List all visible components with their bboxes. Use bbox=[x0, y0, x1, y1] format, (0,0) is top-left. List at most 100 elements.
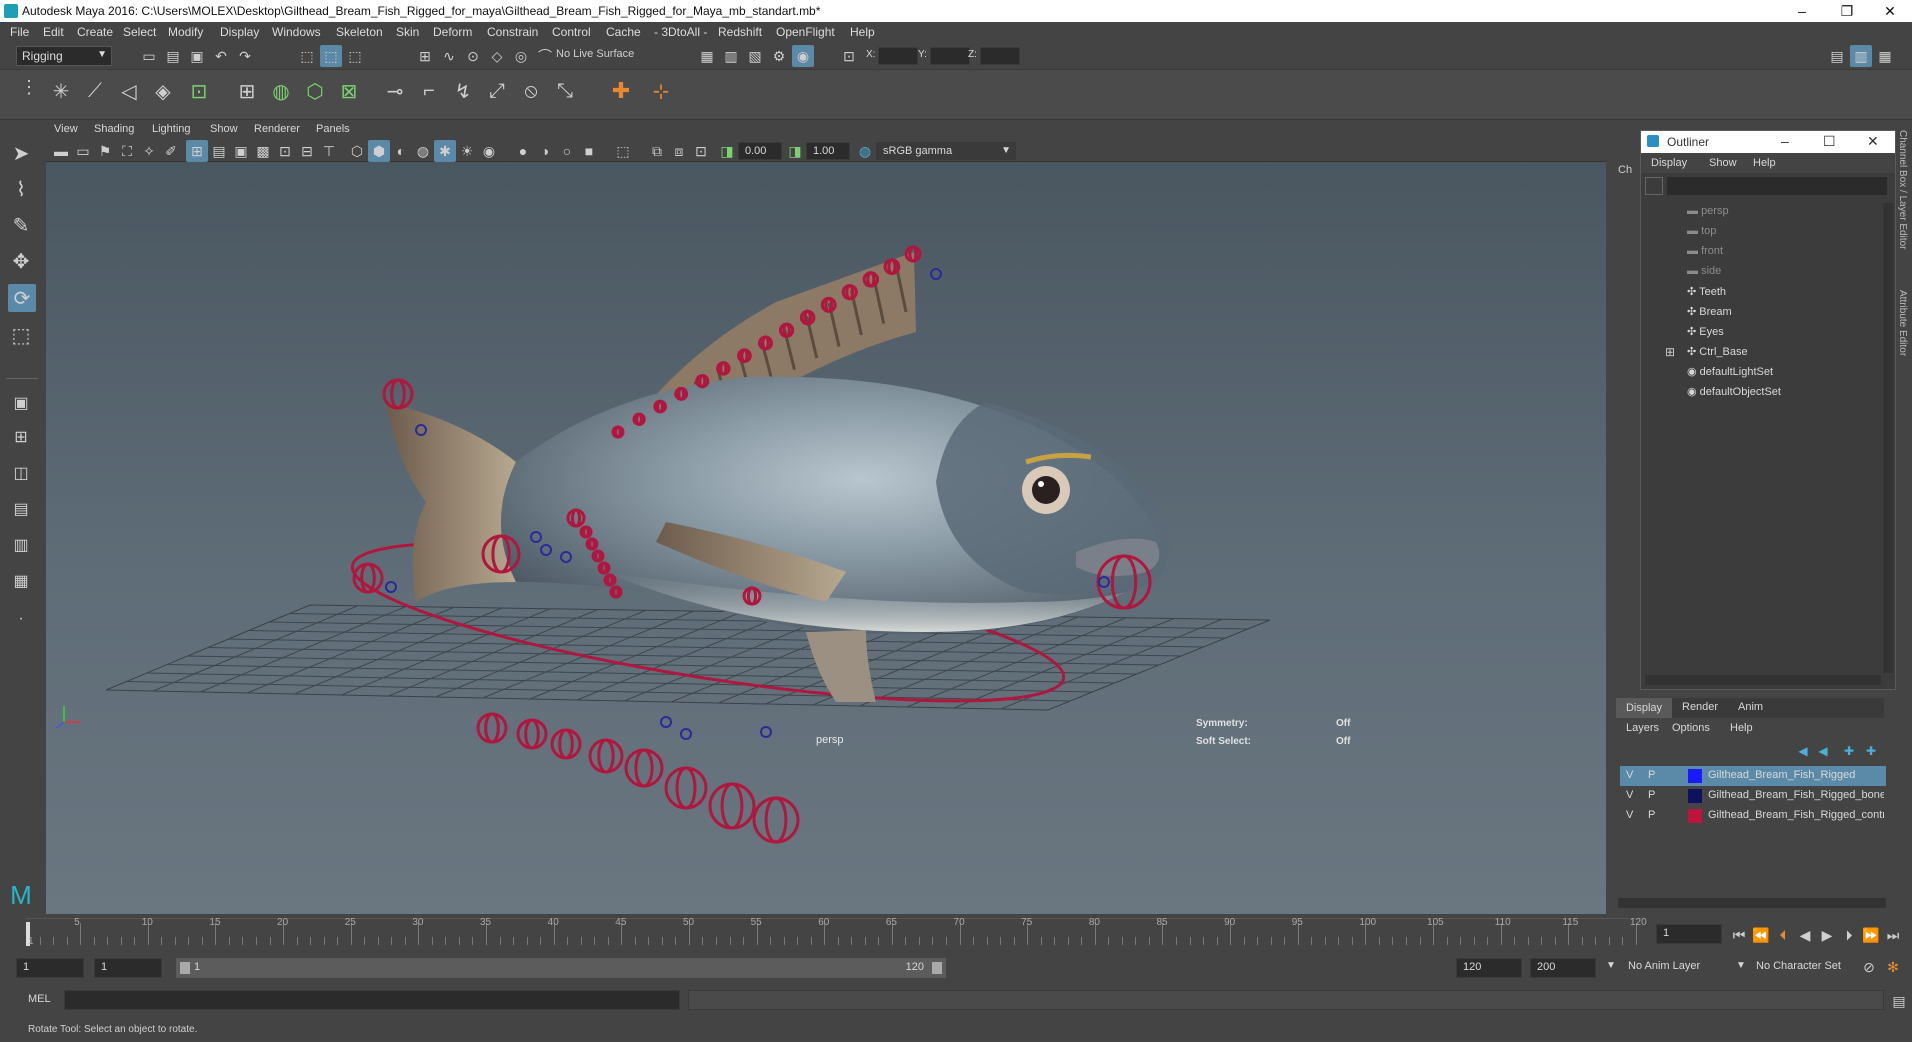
menu-redshift[interactable]: Redshift bbox=[718, 25, 762, 39]
outliner-menu-display[interactable]: Display bbox=[1651, 157, 1687, 169]
outliner-item[interactable]: ✣ Teeth bbox=[1687, 285, 1726, 298]
layer-playback-toggle[interactable]: P bbox=[1648, 769, 1655, 781]
toggle-tool-settings-icon[interactable]: ▦ bbox=[1874, 45, 1896, 67]
move-layer-up-icon[interactable]: ◀ bbox=[1792, 740, 1814, 762]
joint-tool-icon[interactable]: ✳ bbox=[50, 80, 72, 103]
viewport-menu-shading[interactable]: Shading bbox=[94, 123, 134, 135]
ventral-control[interactable] bbox=[588, 738, 624, 774]
joint[interactable] bbox=[385, 581, 397, 593]
transform-mode-icon[interactable]: ⊡ bbox=[838, 45, 860, 67]
paint-select-icon[interactable]: ✎ bbox=[10, 214, 32, 237]
tab-render[interactable]: Render bbox=[1682, 701, 1718, 713]
render-view-icon[interactable]: ▦ bbox=[696, 45, 718, 67]
menu-control[interactable]: Control bbox=[552, 25, 591, 39]
layers-menu[interactable]: Layers bbox=[1626, 722, 1659, 734]
outliner-item[interactable]: ▬ front bbox=[1687, 245, 1723, 257]
auto-key-icon[interactable]: ⊘ bbox=[1858, 956, 1880, 978]
new-layer-selected-icon[interactable]: ✚ bbox=[1860, 740, 1882, 762]
xray-components-icon[interactable]: ⧈ bbox=[668, 140, 690, 162]
layer-help-menu[interactable]: Help bbox=[1730, 722, 1753, 734]
ik-handle-icon[interactable]: ⟋ bbox=[84, 80, 106, 102]
lattice-icon[interactable]: ⊞ bbox=[236, 80, 258, 103]
ventral-control[interactable] bbox=[664, 766, 708, 810]
layer-color-swatch[interactable] bbox=[1688, 809, 1702, 823]
isolate-select-icon[interactable]: ■ bbox=[578, 140, 600, 162]
outliner-close-button[interactable]: ✕ bbox=[1867, 133, 1879, 150]
skin-bind-icon[interactable]: ◈ bbox=[152, 80, 174, 103]
image-plane-icon[interactable]: ⛶ bbox=[116, 140, 138, 162]
minimize-button[interactable]: – bbox=[1780, 0, 1824, 22]
outliner-item[interactable]: ✣ Bream bbox=[1687, 305, 1732, 318]
step-forward-key-icon[interactable]: ⏩ bbox=[1860, 924, 1882, 946]
safe-action-icon[interactable]: ⊟ bbox=[296, 140, 318, 162]
range-start-handle[interactable] bbox=[180, 962, 190, 974]
toggle-attribute-editor-icon[interactable]: ▤ bbox=[1826, 45, 1848, 67]
restore-button[interactable]: ❐ bbox=[1825, 0, 1869, 22]
smooth-shade-icon[interactable]: ⬢ bbox=[368, 140, 390, 162]
hud-icon[interactable]: ⊡ bbox=[690, 140, 712, 162]
select-by-object-icon[interactable]: ⬚ bbox=[320, 45, 342, 67]
menu-3dtoall[interactable]: - 3DtoAll - bbox=[654, 25, 707, 39]
scale-constraint-icon[interactable]: ⤢ bbox=[486, 80, 508, 102]
viewport-menu-renderer[interactable]: Renderer bbox=[254, 123, 300, 135]
outliner-item[interactable]: ◉ defaultLightSet bbox=[1687, 365, 1773, 378]
ventral-control[interactable] bbox=[752, 796, 800, 844]
outliner-horizontal-scrollbar[interactable] bbox=[1645, 675, 1881, 685]
ventral-control[interactable] bbox=[516, 718, 548, 750]
orient-constraint-icon[interactable]: ↯ bbox=[452, 80, 474, 103]
outliner-maximize-button[interactable]: ☐ bbox=[1823, 133, 1836, 150]
outliner-search-input[interactable] bbox=[1667, 177, 1887, 195]
joint[interactable] bbox=[680, 728, 692, 740]
aim-constraint-icon[interactable]: ⌐ bbox=[418, 80, 440, 102]
time-slider-track[interactable]: 5 10 15 20 25 30 35 40 45 50 55 60 65 70 75 80 85 90 95 100… bbox=[26, 917, 1647, 948]
point-constraint-icon[interactable]: ⊸ bbox=[384, 80, 406, 103]
outliner-menu-help[interactable]: Help bbox=[1753, 157, 1776, 169]
close-button[interactable]: ✕ bbox=[1868, 0, 1912, 22]
channel-box-tab[interactable]: Ch bbox=[1618, 164, 1632, 176]
two-d-pan-icon[interactable]: ✧ bbox=[138, 140, 160, 162]
outliner-item[interactable]: ✣ Ctrl_Base bbox=[1687, 345, 1748, 358]
current-frame-field[interactable]: 1 bbox=[1656, 924, 1722, 944]
menu-windows[interactable]: Windows bbox=[272, 25, 321, 39]
snap-curve-icon[interactable]: ∿ bbox=[438, 45, 460, 67]
persp-graph-icon[interactable]: ▥ bbox=[10, 534, 32, 556]
playback-end-field[interactable]: 120 bbox=[1456, 958, 1522, 978]
joint[interactable] bbox=[660, 716, 672, 728]
play-forward-icon[interactable]: ▶ bbox=[1816, 924, 1838, 946]
menu-deform[interactable]: Deform bbox=[433, 25, 472, 39]
resolution-gate-icon[interactable]: ▣ bbox=[230, 140, 252, 162]
lights-icon[interactable]: ✱ bbox=[434, 140, 456, 162]
layer-row[interactable]: V P Gilthead_Bream_Fish_Rigged_bones bbox=[1620, 786, 1886, 806]
rotate-tool-icon[interactable]: ⟳ bbox=[8, 284, 36, 312]
menu-display[interactable]: Display bbox=[220, 25, 259, 39]
play-backward-icon[interactable]: ◀ bbox=[1794, 924, 1816, 946]
z-field[interactable] bbox=[980, 47, 1020, 65]
exposure-field[interactable]: 0.00 bbox=[738, 142, 782, 160]
script-editor-icon[interactable]: ▤ bbox=[1888, 990, 1910, 1012]
blend-shape-icon[interactable]: ⊠ bbox=[338, 80, 360, 103]
menu-constrain[interactable]: Constrain bbox=[487, 25, 538, 39]
maya-home-icon[interactable]: M bbox=[6, 880, 36, 910]
step-back-key-icon[interactable]: ⏪ bbox=[1750, 924, 1772, 946]
viewport-menu-panels[interactable]: Panels bbox=[316, 123, 350, 135]
menu-skin[interactable]: Skin bbox=[396, 25, 419, 39]
redo-icon[interactable]: ↷ bbox=[234, 45, 256, 67]
scene-canvas[interactable] bbox=[46, 162, 1606, 914]
outliner-item[interactable]: ✣ Eyes bbox=[1687, 325, 1724, 338]
tab-display[interactable]: Display bbox=[1616, 698, 1672, 718]
xray-icon[interactable]: ⬚ bbox=[612, 140, 634, 162]
layer-playback-toggle[interactable]: P bbox=[1648, 789, 1655, 801]
go-to-start-icon[interactable]: ⏮ bbox=[1728, 924, 1750, 946]
tail-top-control[interactable] bbox=[382, 378, 414, 410]
select-by-component-icon[interactable]: ⬚ bbox=[344, 45, 366, 67]
command-language-toggle[interactable]: MEL bbox=[28, 993, 51, 1005]
outliner-filter-icon[interactable] bbox=[1645, 177, 1663, 195]
render-current-icon[interactable]: ▥ bbox=[720, 45, 742, 67]
scale-tool-icon[interactable]: ⬚ bbox=[10, 324, 32, 347]
snap-surface-icon[interactable]: ⌒ bbox=[534, 45, 556, 67]
save-scene-icon[interactable]: ▣ bbox=[186, 45, 208, 67]
options-menu[interactable]: Options bbox=[1672, 722, 1710, 734]
custom-layout-icon[interactable]: · bbox=[10, 608, 32, 630]
wireframe-icon[interactable]: ⬡ bbox=[346, 140, 368, 162]
step-back-frame-icon[interactable]: ⏴ bbox=[1772, 924, 1794, 946]
